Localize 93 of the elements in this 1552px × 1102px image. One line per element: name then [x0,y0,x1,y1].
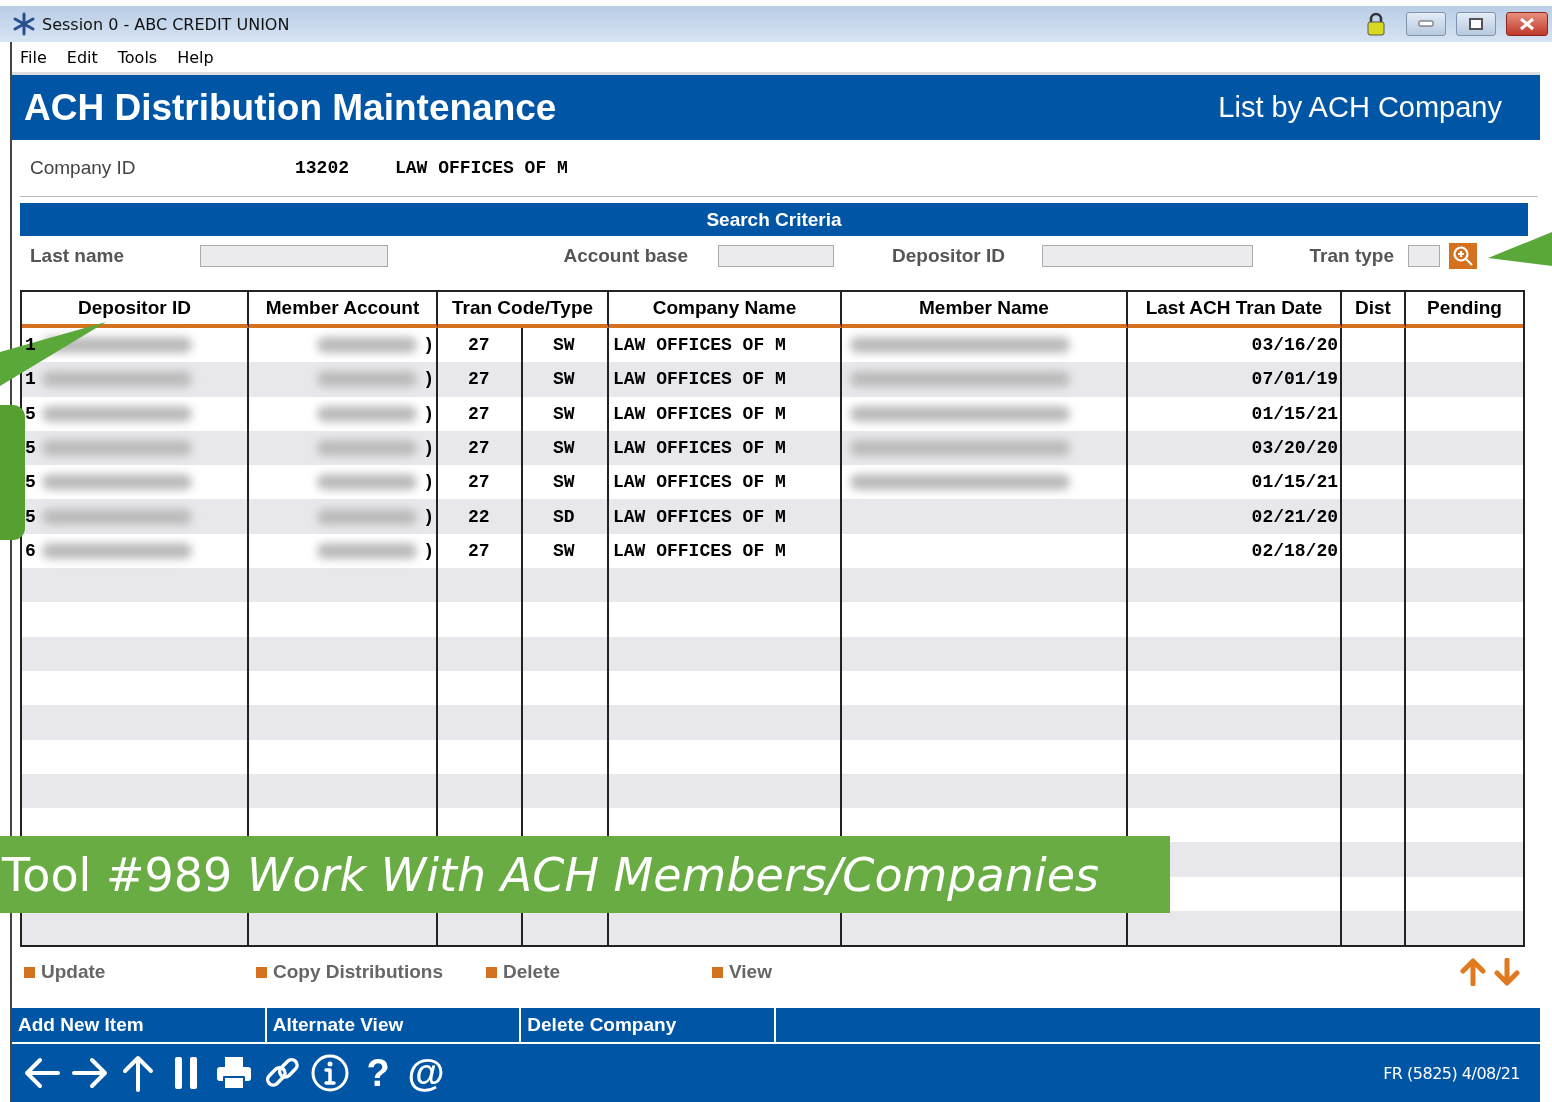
member-account: ) [423,472,434,493]
member-account: ) [423,438,434,459]
page-subtitle: List by ACH Company [1218,91,1502,124]
search-field[interactable] [718,245,834,267]
tran-code: 27 [468,540,490,561]
column-header[interactable]: Member Account [249,292,438,328]
tran-code: 27 [468,472,490,493]
column-header[interactable]: Tran Code/Type [438,292,609,328]
page-title: ACH Distribution Maintenance [24,86,557,129]
tran-code: 27 [468,335,490,356]
depositor-id: 5 [25,506,36,527]
depositor-id: 6 [25,540,36,561]
depositor-id: 1 [25,369,36,390]
member-account: ) [423,506,434,527]
close-button[interactable] [1506,12,1548,36]
tran-type: SW [553,403,575,424]
tran-type: SD [553,506,575,527]
tran-code: 27 [468,403,490,424]
toolbar-button[interactable]: ? [358,1051,398,1096]
action-link[interactable]: Copy Distributions [256,961,486,984]
company-name: LAW OFFICES OF M [613,506,786,527]
tran-type: SW [553,472,575,493]
member-account: ) [423,335,434,356]
search-field[interactable] [200,245,388,267]
table-row[interactable]: 5 ) 22 SD LAW OFFICES OF M 02/21/20 [22,499,1523,534]
company-name: LAW OFFICES OF M [613,472,786,493]
menu-item[interactable]: Edit [66,47,98,67]
tran-date: 03/16/20 [1251,335,1338,356]
status-text: FR (5825) 4/08/21 [1383,1063,1520,1083]
app-icon [12,12,36,36]
window-title: Session 0 - ABC CREDIT UNION [42,14,290,34]
function-key[interactable]: Delete Company [521,1008,776,1043]
column-header[interactable]: Company Name [609,292,842,328]
tran-type: SW [553,438,575,459]
tran-type: SW [553,369,575,390]
minimize-icon [1418,20,1434,28]
column-header[interactable]: Member Name [842,292,1128,328]
action-link[interactable]: Update [24,961,256,984]
field-label: Account base [563,245,688,267]
menu-item[interactable]: Tools [117,47,158,67]
maximize-icon [1468,17,1484,31]
tran-date: 03/20/20 [1251,438,1338,459]
column-header[interactable]: Depositor ID [22,292,249,328]
company-name: LAW OFFICES OF M [613,335,786,356]
tran-date: 02/18/20 [1251,540,1338,561]
toolbar-button[interactable]: @ [406,1051,446,1096]
company-name: LAW OFFICES OF M [613,369,786,390]
menu-item[interactable]: Help [177,47,214,67]
depositor-id: 5 [25,472,36,493]
down-arrow-icon[interactable] [1494,958,1520,987]
company-name: LAW OFFICES OF M [613,403,786,424]
table-row[interactable]: 5 ) 27 SW LAW OFFICES OF M 03/20/20 [22,430,1523,466]
tran-type: SW [553,540,575,561]
search-field[interactable] [1042,245,1253,267]
maximize-button[interactable] [1456,12,1496,36]
company-name: LAW OFFICES OF M [613,438,786,459]
tran-code: 27 [468,438,490,459]
tran-code: 27 [468,369,490,390]
depositor-id: 5 [25,438,36,459]
tran-date: 01/15/21 [1251,403,1338,424]
company-name: LAW OFFICES OF M [395,158,568,178]
tran-code: 22 [468,506,490,527]
tran-date: 07/01/19 [1251,369,1338,390]
company-name: LAW OFFICES OF M [613,540,786,561]
tran-date: 01/15/21 [1251,472,1338,493]
column-header[interactable]: Last ACH Tran Date [1128,292,1342,328]
up-arrow-icon[interactable] [1460,958,1486,987]
info-icon[interactable] [310,1053,350,1094]
close-icon [1519,17,1535,31]
member-account: ) [423,369,434,390]
search-field[interactable] [1408,245,1440,267]
table-row[interactable]: 1 ) 27 SW LAW OFFICES OF M 07/01/19 [22,362,1523,397]
section-header: Search Criteria [20,203,1528,236]
depositor-id: 5 [25,403,36,424]
lock-icon [1366,12,1386,36]
member-account: ) [423,403,434,424]
function-key[interactable]: Alternate View [266,1008,522,1043]
member-account: ) [423,540,434,561]
tran-date: 02/21/20 [1251,506,1338,527]
field-label: Depositor ID [892,245,1005,267]
company-id: 13202 [295,158,350,178]
field-label: Tran type [1309,245,1394,267]
field-label: Company ID [30,157,137,179]
caption-banner: Tool #989 Work With ACH Members/Companies [0,836,1170,913]
action-link[interactable]: Delete [486,961,712,984]
tran-type: SW [553,335,575,356]
search-button[interactable] [1449,243,1477,269]
action-link[interactable]: View [712,961,912,984]
field-label: Last name [30,245,124,267]
column-header[interactable]: Dist [1342,292,1406,328]
menu-item[interactable]: File [20,47,47,67]
function-key[interactable]: Add New Item [12,1008,267,1043]
minimize-button[interactable] [1406,12,1446,36]
